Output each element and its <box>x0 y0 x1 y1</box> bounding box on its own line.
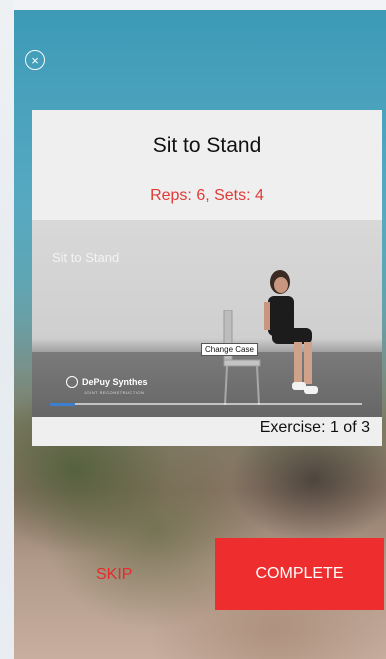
person-illustration <box>264 270 318 394</box>
video-title: Sit to Stand <box>52 250 120 265</box>
reps-sets-label: Reps: 6, Sets: 4 <box>150 187 264 204</box>
video-progress-fill <box>50 402 75 406</box>
top-edge <box>14 0 386 10</box>
exercise-counter: Exercise: 1 of 3 <box>259 419 370 436</box>
exercise-title: Sit to Stand <box>152 134 262 157</box>
brand-logo-subtext: JOINT RECONSTRUCTION <box>84 390 145 395</box>
close-icon[interactable]: × <box>25 50 45 70</box>
change-case-button[interactable]: Change Case <box>201 343 258 356</box>
exercise-video[interactable]: Sit to Stand Change Case DePuy Synthes J… <box>32 220 382 417</box>
brand-logo: DePuy Synthes <box>66 376 148 388</box>
brand-logo-text: DePuy Synthes <box>82 377 148 387</box>
video-progress-bar[interactable] <box>50 402 362 406</box>
exercise-card: Sit to Stand Reps: 6, Sets: 4 Sit to Sta… <box>32 110 382 446</box>
left-edge <box>0 0 14 659</box>
complete-button[interactable]: COMPLETE <box>215 538 384 610</box>
skip-button[interactable]: SKIP <box>96 566 132 584</box>
brand-mark-icon <box>66 376 78 388</box>
